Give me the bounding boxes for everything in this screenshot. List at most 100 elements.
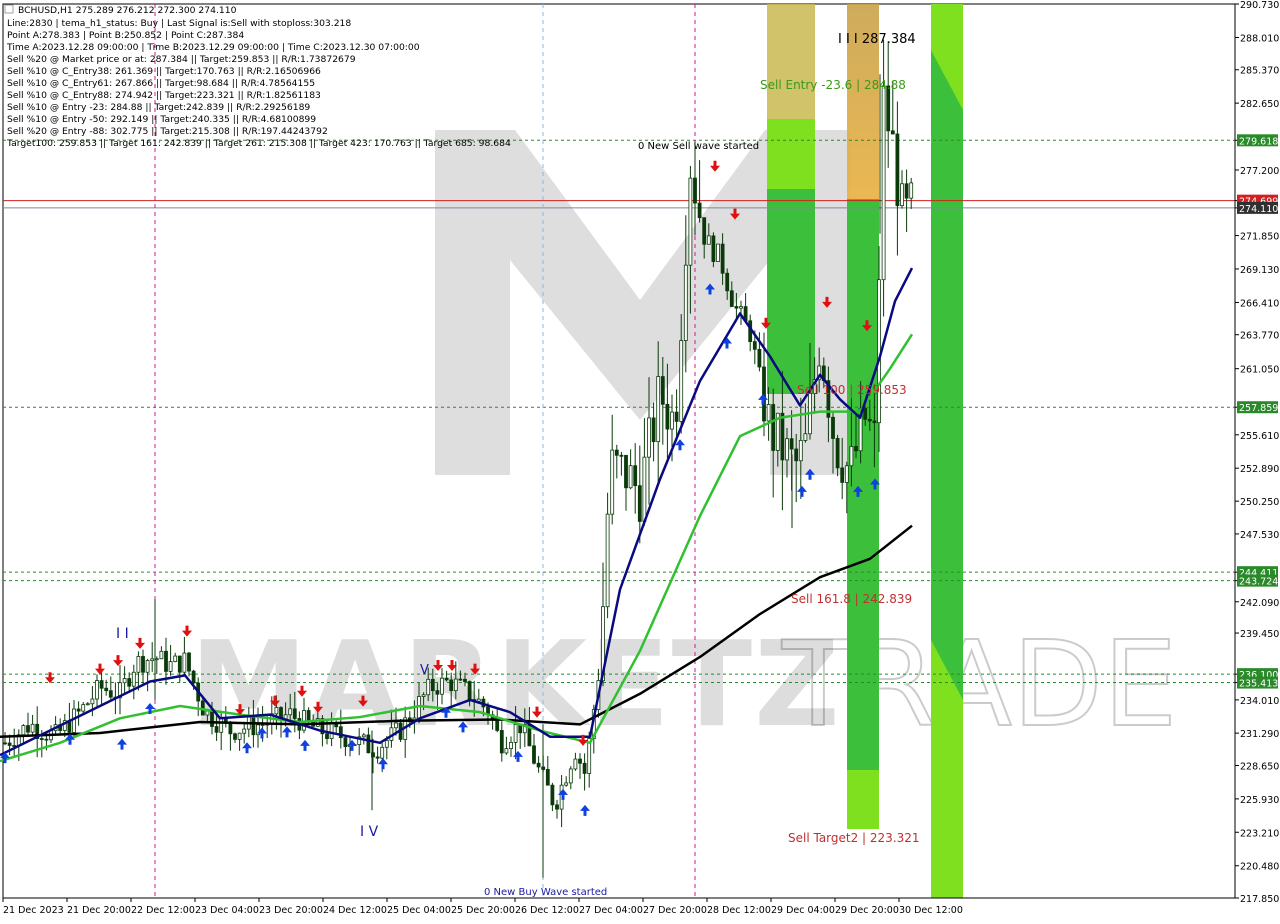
info-line-4: Sell %10 @ C_Entry38: 261.369 || Target:… [7, 66, 321, 77]
y-tick-label: 261.050 [1240, 365, 1279, 376]
candle-body [711, 235, 716, 262]
candle-body [76, 708, 81, 712]
y-tick-label: 252.890 [1240, 464, 1279, 475]
candle-body [3, 742, 7, 745]
candle-body [904, 183, 909, 199]
annotation-sell-target2: Sell Target2 | 223.321 [788, 831, 920, 845]
y-tick-label: 250.250 [1240, 497, 1279, 508]
candle-body [44, 738, 49, 741]
y-tick-label: 288.010 [1240, 33, 1279, 44]
candle-body [21, 725, 26, 736]
x-tick-label: 25 Dec 04:00 [387, 905, 451, 916]
candle-body [394, 722, 398, 729]
x-tick-label: 25 Dec 20:00 [451, 905, 515, 916]
candle-body [881, 85, 886, 281]
y-tick-label: 234.010 [1240, 696, 1279, 707]
candle-body [835, 438, 840, 469]
candle-body [900, 183, 904, 207]
price-tag-label: 274.110 [1239, 204, 1278, 215]
x-tick-label: 27 Dec 20:00 [643, 905, 707, 916]
candle-body [187, 652, 191, 672]
symbol-icon [4, 4, 14, 14]
candle-body [582, 762, 587, 774]
annotation-wave-c: I I I 287.384 [838, 32, 916, 47]
candle-body [532, 745, 536, 764]
price-chart[interactable]: MARKETZITRADE I I I 287.384Sell Entry -2… [0, 0, 1280, 920]
candle-body [288, 708, 293, 716]
candle-body [895, 133, 900, 207]
y-tick-label: 285.370 [1240, 66, 1279, 77]
candle-body [509, 742, 513, 750]
candle-body [702, 217, 707, 245]
zone-target-green [847, 199, 879, 829]
x-tick-label: 23 Dec 04:00 [195, 905, 259, 916]
candle-body [729, 290, 734, 307]
watermark-text-right: TRADE [781, 615, 1177, 753]
candle-body [26, 725, 30, 733]
info-line-6: Sell %10 @ C_Entry88: 274.942 || Target:… [7, 90, 321, 101]
x-tick-label: 28 Dec 12:00 [707, 905, 771, 916]
info-symbol-line: BCHUSD,H1 275.289 276.212 272.300 274.11… [18, 5, 237, 16]
y-tick-label: 223.210 [1240, 828, 1279, 839]
candle-body [757, 348, 762, 368]
x-tick-label: 29 Dec 04:00 [771, 905, 835, 916]
y-tick-label: 290.730 [1240, 0, 1279, 11]
candle-body [890, 130, 895, 135]
candle-body [706, 235, 711, 245]
y-tick-label: 247.530 [1240, 530, 1279, 541]
candle-body [573, 758, 578, 770]
candle-body [205, 710, 210, 716]
candle-body [39, 738, 44, 740]
candle-body [251, 716, 256, 736]
y-tick-label: 220.480 [1240, 862, 1279, 873]
candle-body [104, 687, 109, 692]
candle-body [233, 733, 237, 740]
candle-body [99, 680, 104, 689]
candle-body [108, 690, 113, 698]
zone-entry-top [767, 4, 815, 119]
candle-body [656, 376, 661, 443]
candle-body [660, 376, 665, 405]
candle-body [214, 726, 219, 733]
candle-body [72, 708, 76, 733]
candle-body [182, 652, 187, 673]
candle-body [467, 681, 472, 700]
candle-body [375, 756, 380, 759]
annotation-sell-100: Sell 100 | 259.853 [797, 383, 907, 397]
candle-body [831, 416, 835, 439]
candle-body [476, 698, 481, 702]
candle-body [154, 658, 159, 661]
candle-body [131, 671, 136, 687]
candle-body [191, 670, 196, 684]
candle-body [306, 710, 311, 721]
x-tick-label: 23 Dec 20:00 [259, 905, 323, 916]
candle-body [610, 449, 615, 515]
candle-body [545, 769, 550, 786]
info-line-3: Sell %20 @ Market price or at: 287.384 |… [7, 54, 356, 65]
y-tick-label: 231.290 [1240, 729, 1279, 740]
candle-body [849, 446, 854, 467]
candle-body [854, 446, 858, 452]
candle-body [725, 272, 730, 292]
y-tick-label: 266.410 [1240, 298, 1279, 309]
candle-body [619, 454, 624, 457]
candle-body [651, 417, 656, 443]
x-tick-label: 21 Dec 20:00 [67, 905, 131, 916]
candle-body [380, 746, 385, 759]
candle-body [785, 438, 789, 461]
candle-body [633, 465, 638, 487]
price-tag-label: 235.413 [1239, 679, 1278, 690]
price-tag-label: 257.859 [1239, 403, 1278, 414]
candle-body [771, 404, 776, 451]
candle-body [670, 411, 674, 430]
candle-body [568, 768, 573, 784]
info-line-1: Point A:278.383 | Point B:250.852 | Poin… [7, 30, 244, 41]
annotation-new-sell-wave: 0 New Sell wave started [638, 141, 759, 152]
candle-body [449, 679, 454, 692]
annotation-wave-v: V [420, 663, 429, 678]
x-tick-label: 26 Dec 12:00 [515, 905, 579, 916]
candle-body [628, 465, 633, 489]
info-line-5: Sell %10 @ C_Entry61: 267.866 || Target:… [7, 78, 315, 89]
chart-root: MARKETZI TRADE I I I 287.384 Sell Entry -2… [0, 0, 1280, 920]
candle-body [564, 782, 569, 786]
